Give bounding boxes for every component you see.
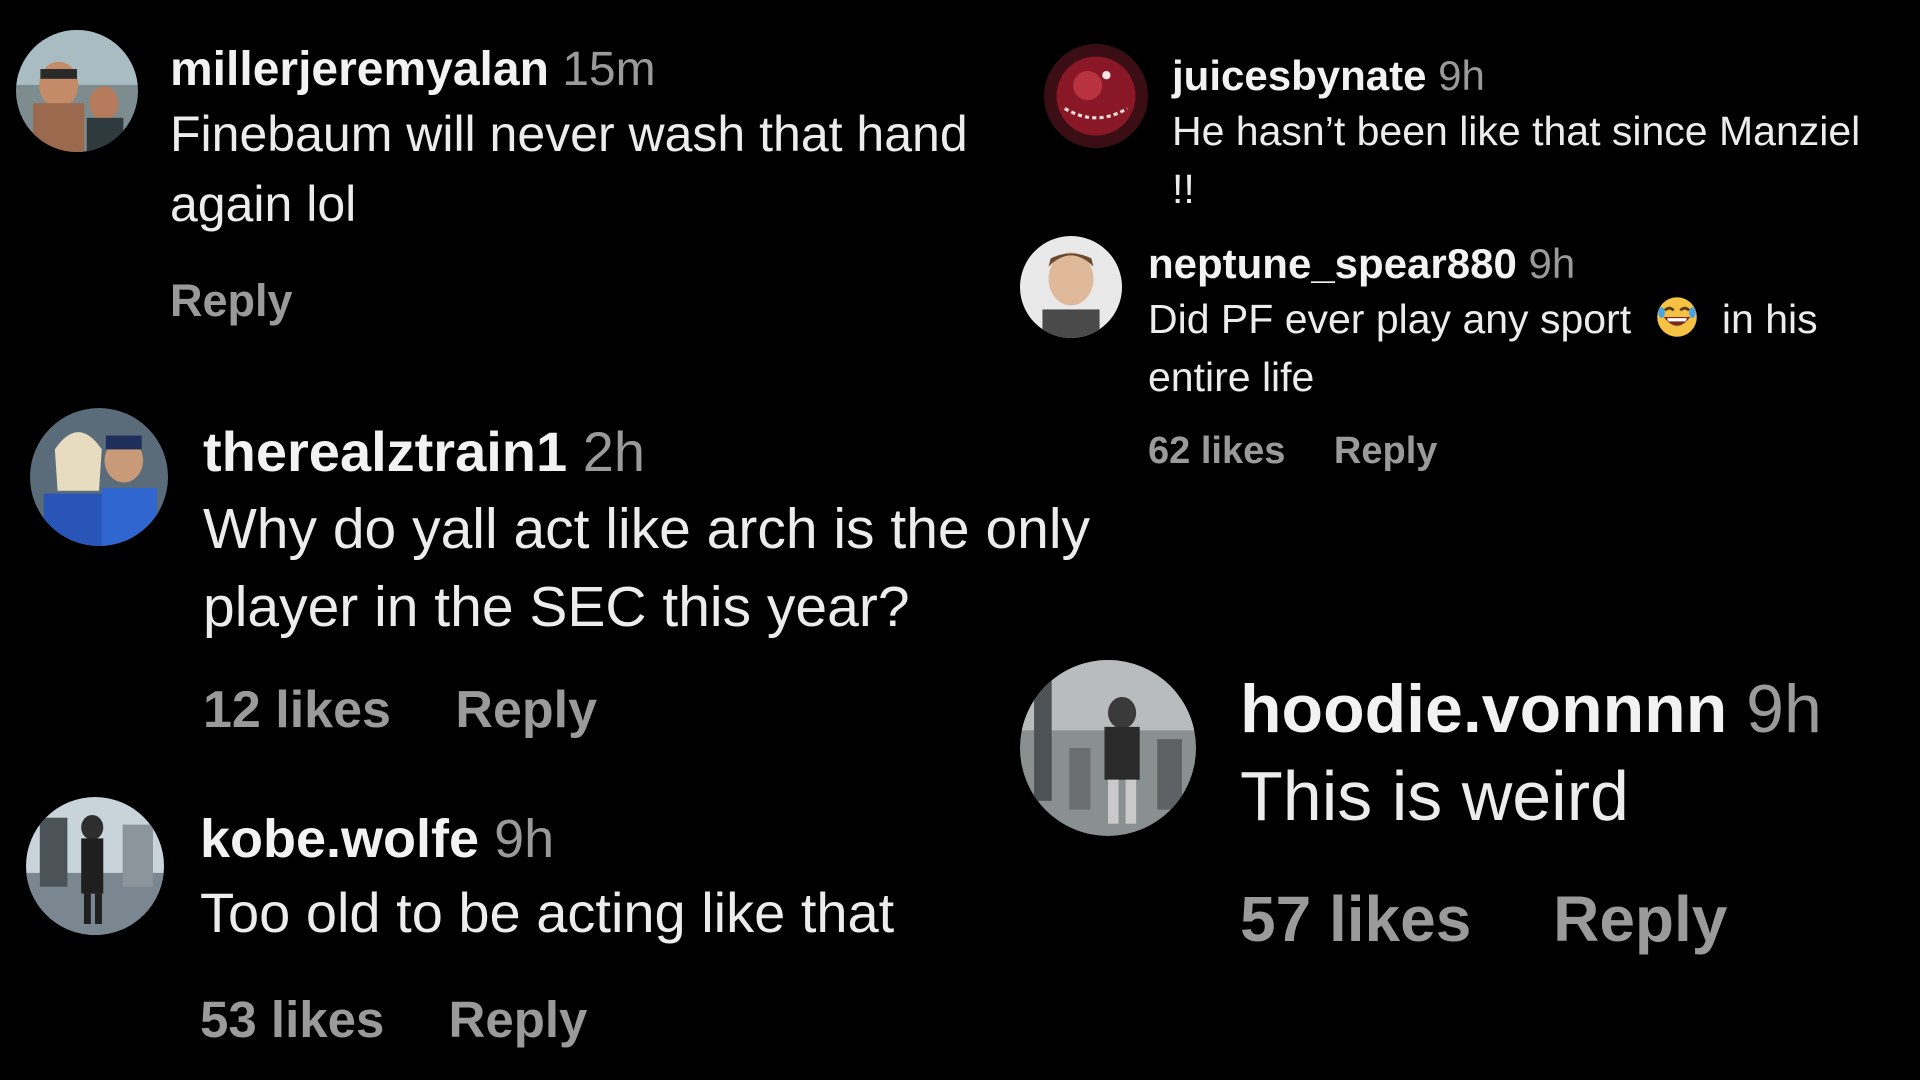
- reply-button[interactable]: Reply: [170, 275, 293, 327]
- comment-text-line: This is weird: [1240, 757, 1629, 836]
- timestamp: 15m: [562, 43, 656, 96]
- comment-actions: 53 likes Reply: [200, 990, 1100, 1049]
- comment-actions: 57 likes Reply: [1240, 882, 1920, 956]
- comment-text-line: again lol: [170, 176, 357, 233]
- timestamp: 9h: [1528, 240, 1576, 287]
- reply-button[interactable]: Reply: [449, 990, 588, 1049]
- avatar[interactable]: [30, 408, 168, 546]
- comment-text: Too old to be acting like that: [200, 876, 1100, 950]
- likes-count[interactable]: 62 likes: [1148, 430, 1285, 473]
- user-avatar-photo-icon: [16, 30, 138, 152]
- username[interactable]: millerjeremyalan: [170, 43, 549, 96]
- comment-text-line: Too old to be acting like that: [200, 881, 895, 945]
- comment-actions: 62 likes Reply: [1148, 430, 1920, 473]
- likes-count[interactable]: 57 likes: [1240, 882, 1471, 956]
- avatar[interactable]: [1020, 236, 1122, 338]
- reply-button[interactable]: Reply: [455, 680, 597, 740]
- user-avatar-photo-icon: [26, 797, 164, 935]
- user-avatar-photo-icon: [1044, 44, 1148, 148]
- timestamp: 9h: [1438, 52, 1485, 99]
- timestamp: 9h: [494, 809, 555, 869]
- comment-text-line: entire life: [1148, 354, 1315, 401]
- laughing-face-emoji-icon: [1655, 295, 1699, 339]
- comment-text: This is weird: [1240, 748, 1920, 844]
- username[interactable]: neptune_spear880: [1148, 240, 1517, 287]
- comment-text-line: player in the SEC this year?: [203, 575, 910, 640]
- avatar[interactable]: [1020, 660, 1196, 836]
- comment-text: Finebaum will never wash that hand again…: [170, 99, 1040, 239]
- comment-text-part: Did PF ever play any sport: [1148, 296, 1632, 343]
- timestamp: 9h: [1746, 671, 1822, 747]
- comment-actions: Reply: [170, 275, 1040, 327]
- comment-text-line: !!: [1172, 166, 1195, 213]
- avatar[interactable]: [1044, 44, 1148, 148]
- comment-text-line: Did PF ever play any sport in his: [1148, 290, 1920, 348]
- comment-text: Did PF ever play any sport in his entire…: [1148, 290, 1920, 406]
- user-avatar-photo-icon: [30, 408, 168, 546]
- timestamp: 2h: [582, 420, 645, 483]
- username[interactable]: therealztrain1: [203, 420, 567, 483]
- username[interactable]: juicesbynate: [1172, 52, 1426, 99]
- username[interactable]: hoodie.vonnnn: [1240, 671, 1727, 747]
- comment-text-line: He hasn’t been like that since Manziel: [1172, 108, 1861, 155]
- comment-text: Why do yall act like arch is the only pl…: [203, 490, 1163, 646]
- comment-text: He hasn’t been like that since Manziel !…: [1172, 102, 1920, 218]
- reply-button[interactable]: Reply: [1334, 430, 1437, 473]
- reply-button[interactable]: Reply: [1553, 882, 1727, 956]
- username[interactable]: kobe.wolfe: [200, 809, 479, 869]
- likes-count[interactable]: 53 likes: [200, 990, 384, 1049]
- comment-text-line: Finebaum will never wash that hand: [170, 106, 968, 163]
- user-avatar-photo-icon: [1020, 660, 1196, 836]
- comment-actions: 12 likes Reply: [203, 680, 1163, 740]
- comment-text-part: in his: [1721, 296, 1818, 343]
- user-avatar-photo-icon: [1020, 236, 1122, 338]
- likes-count[interactable]: 12 likes: [203, 680, 391, 740]
- comment-text-line: Why do yall act like arch is the only: [203, 497, 1091, 562]
- avatar[interactable]: [16, 30, 138, 152]
- avatar[interactable]: [26, 797, 164, 935]
